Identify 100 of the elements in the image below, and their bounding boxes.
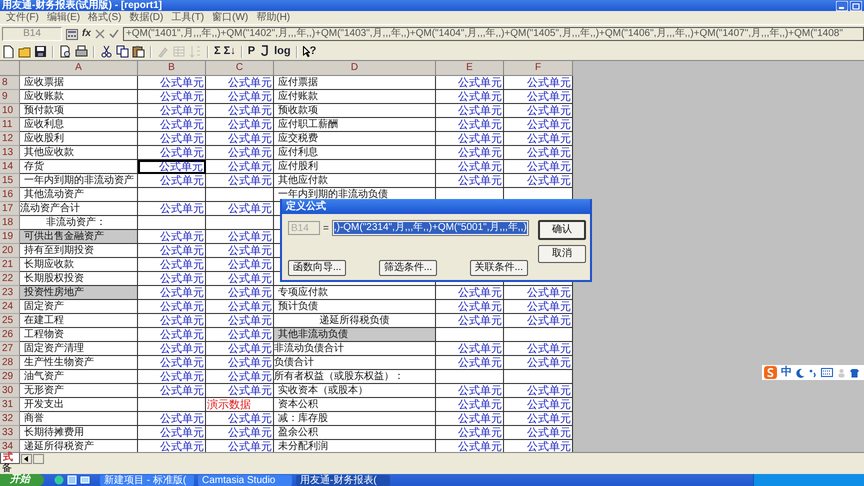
table-cell[interactable]: 公式单元 [138,132,206,146]
row-header[interactable]: 10 [0,104,20,118]
table-cell[interactable]: 公式单元 [206,76,274,90]
table-cell[interactable]: 公式单元 [436,384,504,398]
table-cell[interactable]: 无形资产 [20,384,138,398]
table-cell[interactable]: 公式单元 [436,76,504,90]
table-cell[interactable]: 公式单元 [436,146,504,160]
table-cell[interactable]: 公式单元 [504,342,573,356]
table-cell[interactable]: 公式单元 [436,118,504,132]
row-header[interactable]: 28 [0,356,20,370]
row-header[interactable]: 32 [0,412,20,426]
table-cell[interactable]: 应付职工薪酬 [274,118,436,132]
table-cell[interactable]: 公式单元 [504,440,573,452]
taskbar-button[interactable]: Camtasia Studio [198,474,292,486]
table-cell[interactable]: 存货 [20,160,138,174]
scissors-icon[interactable] [100,45,113,58]
table-cell[interactable]: 可供出售金融资产 [20,230,138,244]
table-cell[interactable]: 长期股权投资 [20,272,138,286]
table-cell[interactable]: 其他应收款 [20,146,138,160]
table-cell[interactable]: 非流动资产： [20,216,138,230]
table-cell[interactable]: 公式单元 [436,412,504,426]
table-cell[interactable] [504,370,573,384]
moon-icon[interactable] [796,368,805,378]
window-icon[interactable] [67,475,77,485]
table-cell[interactable]: 公式单元 [504,356,573,370]
table-cell[interactable]: 公式单元 [206,356,274,370]
table-cell[interactable]: 公式单元 [206,90,274,104]
dialog-button[interactable]: 关联条件... [470,260,528,276]
table-cell[interactable]: 固定资产清理 [20,342,138,356]
table-cell[interactable]: 一年内到期的非流动资产 [20,174,138,188]
table-cell[interactable]: 应收账款 [20,90,138,104]
table-cell[interactable]: 减：库存股 [274,412,436,426]
table-cell[interactable]: 公式单元 [206,258,274,272]
table-cell[interactable]: 公式单元 [138,258,206,272]
table-cell[interactable]: 公式单元 [504,132,573,146]
table-cell[interactable]: 开发支出 [20,398,138,412]
table-cell[interactable]: 公式单元 [138,76,206,90]
globe-icon[interactable] [54,475,64,485]
table-cell[interactable]: 公式单元 [206,328,274,342]
table-cell[interactable]: 公式单元 [138,202,206,216]
table-cell[interactable]: 公式单元 [436,440,504,452]
column-header[interactable]: E [436,61,504,76]
table-cell[interactable]: 公式单元 [504,384,573,398]
table-cell[interactable]: 长期待摊费用 [20,426,138,440]
table-cell[interactable]: 应付利息 [274,146,436,160]
table-cell[interactable]: 在建工程 [20,314,138,328]
table-cell[interactable]: 公式单元 [206,370,274,384]
table-cell[interactable]: 预计负债 [274,300,436,314]
table-cell[interactable]: 公式单元 [138,104,206,118]
table-cell[interactable]: 公式单元 [504,104,573,118]
language-mode[interactable]: 中 [781,366,792,379]
table-cell[interactable] [436,328,504,342]
table-cell[interactable]: 公式单元 [138,160,206,174]
table-cell[interactable]: 工程物资 [20,328,138,342]
new-file-icon[interactable] [2,45,15,58]
column-header[interactable]: A [20,61,138,76]
table-cell[interactable]: 公式单元 [206,314,274,328]
table-cell[interactable]: 应付票据 [274,76,436,90]
row-header[interactable]: 34 [0,440,20,452]
table-cell[interactable]: 其他非流动负债 [274,328,436,342]
table-cell[interactable]: 公式单元 [138,370,206,384]
desktop-icon[interactable] [80,475,90,485]
table-cell[interactable]: 递延所得税负债 [274,314,436,328]
table-cell[interactable]: 公式单元 [206,118,274,132]
table-cell[interactable]: 公式单元 [206,412,274,426]
table-cell[interactable]: 公式单元 [138,342,206,356]
table-cell[interactable]: 公式单元 [436,426,504,440]
row-header[interactable]: 33 [0,426,20,440]
row-header[interactable]: 23 [0,286,20,300]
table-cell[interactable]: 盈余公积 [274,426,436,440]
table-cell[interactable]: 公式单元 [504,76,573,90]
table-cell[interactable]: 未分配利润 [274,440,436,452]
row-header[interactable]: 19 [0,230,20,244]
dialog-button[interactable]: 函数向导... [288,260,346,276]
table-cell[interactable]: 所有者权益（或股东权益）： [274,370,436,384]
cancel-icon[interactable] [94,29,105,39]
menu-item[interactable]: 窗口(W) [212,12,248,24]
table-cell[interactable]: 公式单元 [206,440,274,452]
menu-item[interactable]: 帮助(H) [256,12,290,24]
dialog-button[interactable]: 筛选条件... [378,260,438,276]
table-cell[interactable]: 公式单元 [436,132,504,146]
table-cell[interactable]: 专项应付款 [274,286,436,300]
preview-icon[interactable] [59,45,72,58]
table-cell[interactable]: 公式单元 [206,174,274,188]
table-cell[interactable]: 资本公积 [274,398,436,412]
table-cell[interactable]: 公式单元 [504,412,573,426]
row-header[interactable]: 22 [0,272,20,286]
row-header[interactable]: 16 [0,188,20,202]
menu-item[interactable]: 工具(T) [171,12,204,24]
table-cell[interactable]: 流动资产合计 [20,202,138,216]
table-cell[interactable]: 公式单元 [138,174,206,188]
table-cell[interactable]: 公式单元 [436,174,504,188]
table-cell[interactable]: 应收利息 [20,118,138,132]
table-cell[interactable]: 公式单元 [138,272,206,286]
table-cell[interactable] [138,216,206,230]
table-cell[interactable]: 应付账款 [274,90,436,104]
calculator-icon[interactable] [66,28,78,40]
printer-icon[interactable] [75,45,88,58]
table-cell[interactable]: 预收款项 [274,104,436,118]
row-header[interactable]: 20 [0,244,20,258]
